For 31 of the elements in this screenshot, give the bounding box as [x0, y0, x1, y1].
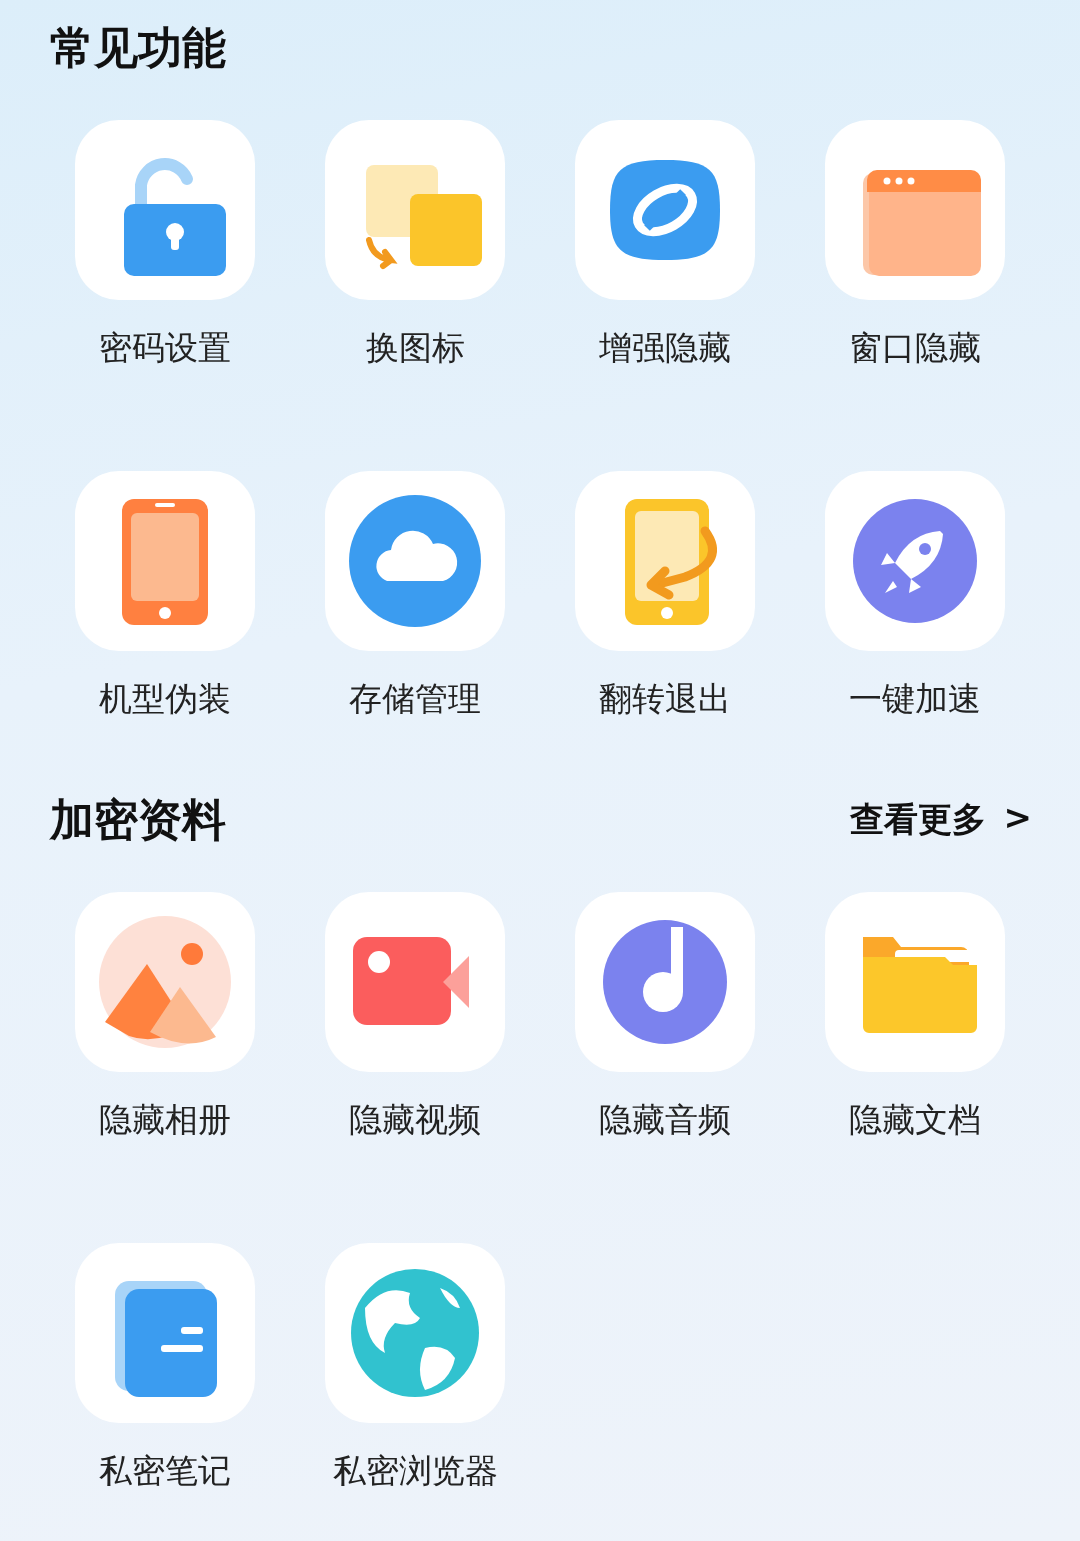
app-tile[interactable] — [825, 892, 1005, 1072]
feature-label: 隐藏文档 — [849, 1099, 981, 1141]
feature-label: 翻转退出 — [599, 678, 731, 720]
section-title: 加密资料 — [50, 792, 226, 847]
app-tile[interactable] — [325, 471, 505, 651]
feature-label: 私密笔记 — [99, 1450, 231, 1492]
feature-label: 隐藏相册 — [99, 1099, 231, 1141]
app-tile[interactable] — [75, 120, 255, 300]
feature-label: 换图标 — [365, 327, 465, 369]
section-title: 常见功能 — [50, 20, 226, 75]
feature-label: 私密浏览器 — [332, 1450, 498, 1492]
feature-label: 机型伪装 — [99, 678, 231, 720]
app-tile[interactable] — [325, 892, 505, 1072]
app-tile[interactable] — [75, 892, 255, 1072]
app-tile[interactable] — [75, 471, 255, 651]
feature-label: 隐藏音频 — [599, 1099, 731, 1141]
app-tile[interactable] — [825, 120, 1005, 300]
feature-label: 窗口隐藏 — [849, 327, 981, 369]
app-tile[interactable] — [75, 1243, 255, 1423]
app-tile[interactable] — [825, 471, 1005, 651]
feature-label: 一键加速 — [849, 678, 981, 720]
see-more-link[interactable]: 查看更多 > — [849, 797, 1032, 843]
feature-label: 增强隐藏 — [599, 327, 731, 369]
feature-label: 隐藏视频 — [349, 1099, 481, 1141]
app-tile[interactable] — [325, 1243, 505, 1423]
app-tile[interactable] — [575, 892, 755, 1072]
feature-label: 密码设置 — [99, 327, 231, 369]
app-tile[interactable] — [575, 471, 755, 651]
app-tile[interactable] — [575, 120, 755, 300]
app-tile[interactable] — [325, 120, 505, 300]
feature-label: 存储管理 — [349, 678, 481, 720]
